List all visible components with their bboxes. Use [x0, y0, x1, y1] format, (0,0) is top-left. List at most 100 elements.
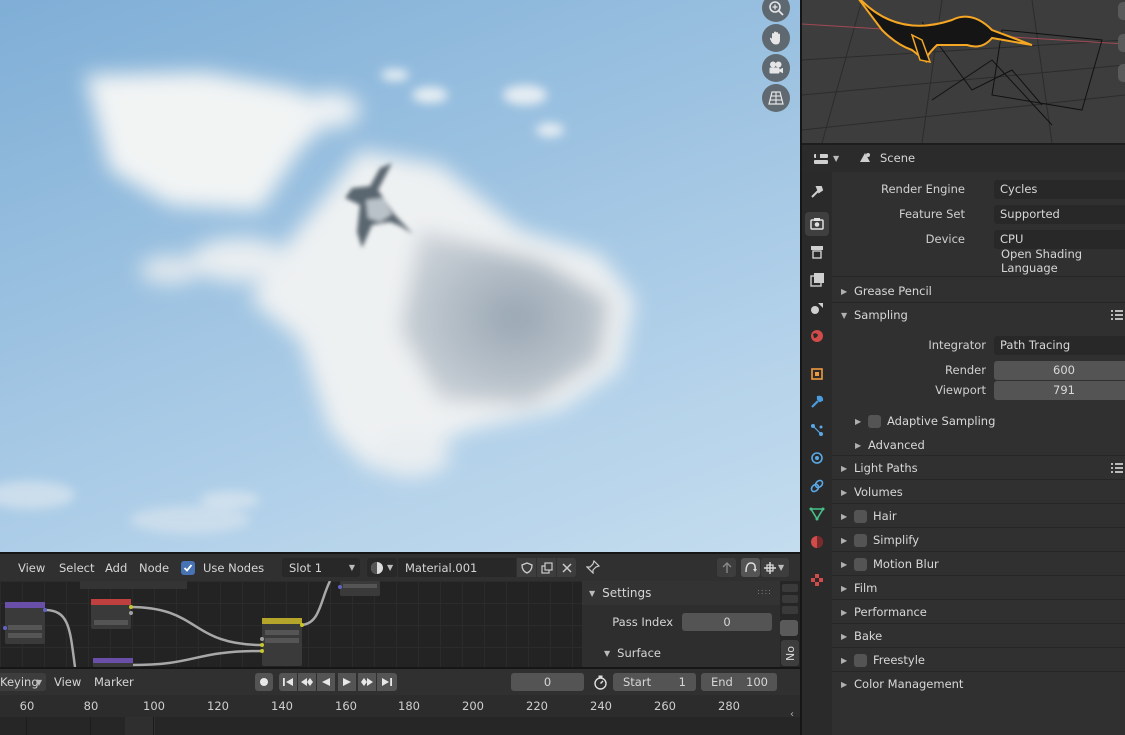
node-canvas[interactable] [0, 581, 582, 667]
surface-subpanel-header[interactable]: ▼ Surface [582, 643, 780, 663]
hand-pan-icon[interactable] [762, 24, 790, 52]
current-frame-field[interactable]: 0 [511, 673, 584, 691]
panel-bake[interactable]: ▶ Bake [832, 624, 1125, 648]
render-icon[interactable] [805, 212, 829, 236]
jump-start-button[interactable] [279, 673, 297, 691]
ruler-tick: 160 [335, 699, 357, 713]
keying-dropdown[interactable]: Keying ▼ [0, 673, 46, 691]
camera-icon[interactable] [762, 54, 790, 82]
settings-panel-header[interactable]: ▼ Settings :::: [582, 581, 780, 605]
render-samples-field[interactable]: 600 [994, 360, 1125, 380]
render-engine-label: Render Engine [880, 182, 965, 196]
panel-grease-pencil[interactable]: ▶ Grease Pencil [832, 279, 1125, 303]
panel-sampling[interactable]: ▼ Sampling [832, 303, 1125, 327]
simplify-checkbox[interactable] [854, 533, 867, 547]
node-graph [3, 581, 380, 667]
next-keyframe-button[interactable] [358, 673, 376, 691]
collapse-arrow-icon: ▶ [841, 535, 848, 545]
ruler-tick: 240 [590, 699, 612, 713]
physics-icon[interactable] [805, 446, 829, 470]
material-browse-button[interactable]: ▼ [367, 558, 397, 577]
modifier-icon[interactable] [805, 390, 829, 414]
timeline-menu-marker[interactable]: Marker [94, 669, 134, 695]
panel-color-management[interactable]: ▶ Color Management [832, 672, 1125, 696]
panel-freestyle[interactable]: ▶ Freestyle [832, 648, 1125, 672]
use-nodes-toggle[interactable]: Use Nodes [181, 554, 264, 581]
viewport-samples-field[interactable]: 791 [994, 380, 1125, 400]
snap-magnet-icon[interactable] [741, 558, 760, 577]
drag-handle-icon[interactable] [1111, 308, 1123, 322]
scene-icon[interactable] [805, 296, 829, 320]
tool-icon[interactable] [805, 180, 829, 204]
panel-performance[interactable]: ▶ Performance [832, 600, 1125, 624]
panel-light-paths[interactable]: ▶ Light Paths [832, 456, 1125, 480]
menu-select[interactable]: Select [59, 554, 94, 581]
grid-perspective-icon[interactable] [762, 84, 790, 112]
start-frame-field[interactable]: Start 1 [613, 673, 696, 691]
menu-add[interactable]: Add [105, 554, 127, 581]
collapse-arrow-icon: ▶ [841, 487, 848, 497]
integrator-dropdown[interactable]: Path Tracing [994, 335, 1125, 355]
ruler-tick: 180 [398, 699, 420, 713]
panel-film[interactable]: ▶ Film [832, 576, 1125, 600]
output-icon[interactable] [805, 240, 829, 264]
view-layer-icon[interactable] [805, 268, 829, 292]
adaptive-sampling-checkbox[interactable] [868, 414, 881, 428]
properties-header: ▼ Scene [802, 145, 1125, 172]
node-sidebar: ▼ Settings :::: Pass Index 0 ▼ Surface [582, 581, 780, 667]
stopwatch-icon[interactable] [590, 673, 610, 691]
render-viewport[interactable] [0, 0, 800, 552]
3d-viewport[interactable] [802, 0, 1125, 143]
render-engine-dropdown[interactable]: Cycles [994, 179, 1125, 199]
play-button[interactable] [338, 673, 356, 691]
freestyle-checkbox[interactable] [854, 653, 867, 667]
ruler-tick: 140 [271, 699, 293, 713]
drag-handle-icon[interactable]: :::: [757, 587, 772, 596]
world-icon[interactable] [805, 324, 829, 348]
menu-view[interactable]: View [18, 554, 45, 581]
record-button[interactable] [255, 673, 273, 691]
sidebar-tab-node[interactable]: No [781, 640, 799, 666]
play-icon [343, 678, 351, 686]
material-name-field[interactable]: Material.001 [398, 558, 516, 577]
panel-hair[interactable]: ▶ Hair [832, 504, 1125, 528]
feature-set-dropdown[interactable]: Supported [994, 204, 1125, 224]
drag-handle-icon[interactable] [1111, 461, 1123, 475]
slot-dropdown[interactable]: Slot 1 ▼ [282, 558, 360, 577]
panel-adaptive-sampling[interactable]: ▶ Adaptive Sampling [832, 409, 1125, 433]
material-icon[interactable] [805, 530, 829, 554]
hair-checkbox[interactable] [854, 509, 867, 523]
fake-user-shield-icon[interactable] [517, 558, 536, 577]
editor-type-button[interactable]: ▼ [813, 150, 841, 167]
scene-wireframe [802, 0, 1125, 143]
particles-icon[interactable] [805, 418, 829, 442]
panel-simplify[interactable]: ▶ Simplify [832, 528, 1125, 552]
texture-icon[interactable] [805, 568, 829, 592]
menu-node[interactable]: Node [139, 554, 169, 581]
end-frame-field[interactable]: End 100 [701, 673, 777, 691]
panel-motion-blur[interactable]: ▶ Motion Blur [832, 552, 1125, 576]
device-dropdown[interactable]: CPU [994, 229, 1125, 249]
motion-blur-checkbox[interactable] [854, 557, 867, 571]
unlink-close-icon[interactable] [557, 558, 576, 577]
properties-editor-icon [814, 153, 828, 164]
parent-node-tree-icon[interactable] [717, 558, 736, 577]
panel-volumes[interactable]: ▶ Volumes [832, 480, 1125, 504]
panel-advanced[interactable]: ▶ Advanced [832, 433, 1125, 457]
timeline-menu-view[interactable]: View [54, 669, 81, 695]
prev-keyframe-button[interactable] [298, 673, 316, 691]
snap-mode-dropdown[interactable]: ▼ [761, 558, 789, 577]
jump-end-button[interactable] [377, 673, 397, 691]
play-reverse-button[interactable] [317, 673, 335, 691]
timeline-ruler[interactable]: 60 80 100 120 140 160 180 200 220 240 26… [0, 695, 800, 717]
duplicate-icon[interactable] [537, 558, 556, 577]
collapse-sidebar-arrow-icon[interactable]: ‹ [790, 709, 794, 720]
prev-keyframe-icon [301, 678, 313, 686]
play-reverse-icon [322, 678, 330, 686]
pass-index-field[interactable]: 0 [682, 613, 772, 631]
constraints-icon[interactable] [805, 474, 829, 498]
pin-icon[interactable] [585, 559, 601, 577]
timeline-body[interactable]: ‹ [0, 709, 800, 735]
object-icon[interactable] [805, 362, 829, 386]
data-icon[interactable] [805, 502, 829, 526]
